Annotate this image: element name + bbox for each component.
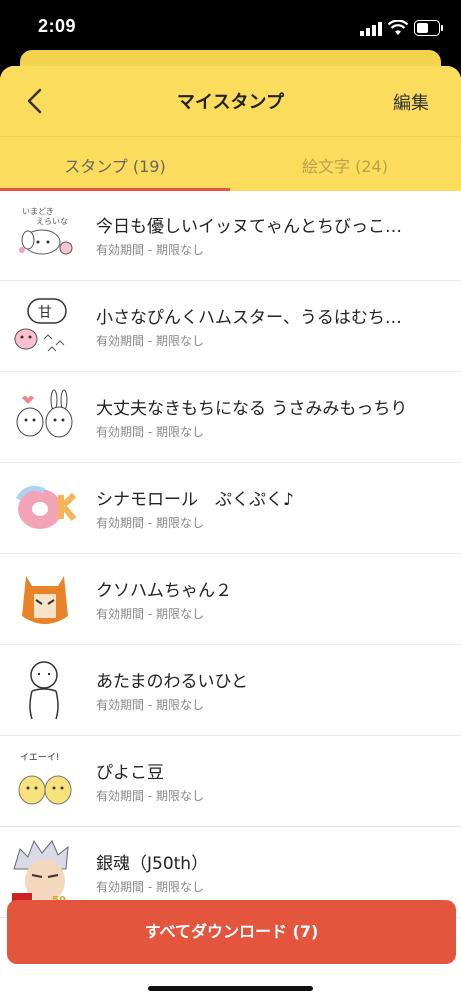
stamp-thumbnail-rabbit <box>16 389 73 438</box>
battery-icon <box>414 20 443 36</box>
list-item[interactable]: シナモロール ぷくぷく♪ 有効期間 - 期限なし <box>0 463 461 554</box>
status-time: 2:09 <box>38 16 77 36</box>
stamp-name: クソハムちゃん２ <box>96 581 232 601</box>
stamp-thumbnail-kusohamu <box>22 576 68 624</box>
svg-text:甘: 甘 <box>38 305 52 321</box>
svg-text:いまどき: いまどき <box>22 207 54 216</box>
stamp-validity: 有効期間 - 期限なし <box>96 243 204 257</box>
tab-emoji[interactable]: 絵文字 (24) <box>230 153 460 177</box>
page-title: マイスタンプ <box>177 92 284 113</box>
svg-text:イエーイ!: イエーイ! <box>20 753 60 763</box>
stamp-list: いまどき えらいな 今日も優しいイッヌてゃんとちびっこ… 有効期間 - 期限なし… <box>0 190 461 918</box>
stamp-name: 小さなぴんくハムスター、うるはむち… <box>96 308 402 328</box>
list-item[interactable]: 甘 小さなぴんくハムスター、うるはむち… 有効期間 - 期限なし <box>0 281 461 372</box>
stamp-thumbnail-cinnamoroll <box>15 485 77 529</box>
signal-icon <box>360 22 382 36</box>
list-item[interactable]: 大丈夫なきもちになる うさみみもっちり 有効期間 - 期限なし <box>0 372 461 463</box>
stamp-thumbnail-dog: いまどき えらいな <box>19 207 73 255</box>
stamp-name: 銀魂（J50th） <box>96 854 209 874</box>
wifi-icon <box>388 20 408 35</box>
tab-bar: スタンプ (19) 絵文字 (24) <box>0 136 461 191</box>
stamp-validity: 有効期間 - 期限なし <box>96 425 204 439</box>
stamp-name: 今日も優しいイッヌてゃんとちびっこ… <box>96 217 402 237</box>
svg-text:えらいな: えらいな <box>36 217 68 226</box>
stamp-validity: 有効期間 - 期限なし <box>96 698 204 712</box>
stamp-validity: 有効期間 - 期限なし <box>96 516 204 530</box>
stamp-validity: 有効期間 - 期限なし <box>96 607 204 621</box>
tab-stamps[interactable]: スタンプ (19) <box>0 153 230 177</box>
stamp-thumbnail-piyoko: イエーイ! <box>18 753 72 805</box>
stamp-validity: 有効期間 - 期限なし <box>96 334 204 348</box>
list-item[interactable]: クソハムちゃん２ 有効期間 - 期限なし <box>0 554 461 645</box>
stamp-validity: 有効期間 - 期限なし <box>96 880 204 894</box>
list-item[interactable]: イエーイ! ぴよこ豆 有効期間 - 期限なし <box>0 736 461 827</box>
edit-button[interactable]: 編集 <box>393 89 429 115</box>
home-indicator <box>148 986 313 991</box>
stamp-name: シナモロール ぷくぷく♪ <box>96 490 294 510</box>
list-item[interactable]: いまどき えらいな 今日も優しいイッヌてゃんとちびっこ… 有効期間 - 期限なし <box>0 190 461 281</box>
status-bar: 2:09 <box>0 0 461 56</box>
stamp-name: あたまのわるいひと <box>96 672 248 692</box>
stamp-name: 大丈夫なきもちになる うさみみもっちり <box>96 399 408 419</box>
stamp-thumbnail-hamster: 甘 <box>14 298 67 352</box>
stamp-name: ぴよこ豆 <box>96 763 164 783</box>
list-item[interactable]: あたまのわるいひと 有効期間 - 期限なし <box>0 645 461 736</box>
stamp-validity: 有効期間 - 期限なし <box>96 789 204 803</box>
stamp-thumbnail-person <box>29 661 59 720</box>
header-bar: マイスタンプ 編集 <box>0 66 461 136</box>
my-stamps-sheet: マイスタンプ 編集 スタンプ (19) 絵文字 (24) いまどき えらいな 今… <box>0 66 461 1000</box>
download-all-button[interactable]: すべてダウンロード (7) <box>7 900 456 964</box>
stamp-thumbnail-gintama: 50 <box>12 839 69 905</box>
